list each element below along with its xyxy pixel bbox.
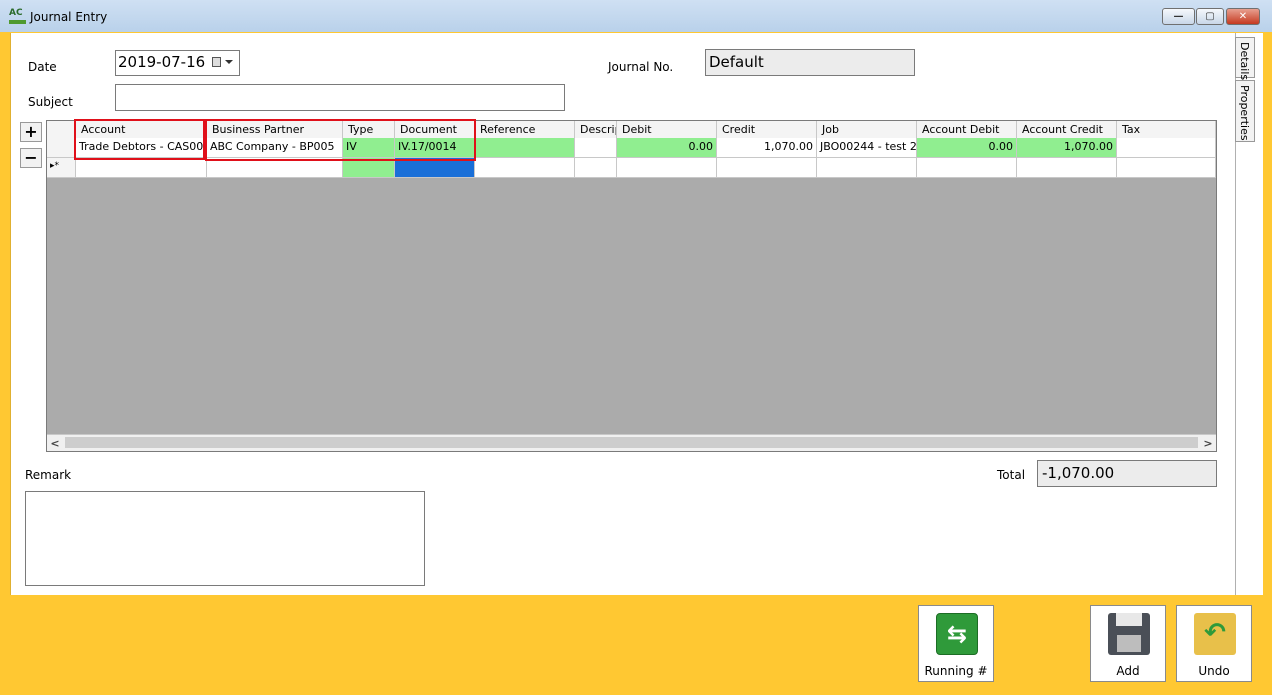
journal-no-field: Default bbox=[705, 49, 915, 76]
journal-no-label: Journal No. bbox=[608, 60, 674, 74]
maximize-button[interactable]: ▢ bbox=[1196, 8, 1224, 25]
add-label: Add bbox=[1116, 664, 1140, 678]
new-cell-account[interactable] bbox=[76, 158, 207, 178]
scroll-left-icon[interactable]: < bbox=[47, 435, 63, 451]
window-title: Journal Entry bbox=[30, 10, 108, 24]
title-bar: AC Journal Entry — ▢ ✕ bbox=[0, 0, 1272, 32]
cell-debit[interactable]: 0.00 bbox=[617, 138, 717, 158]
cell-reference[interactable] bbox=[475, 138, 575, 158]
add-button[interactable]: Add bbox=[1090, 605, 1166, 682]
new-cell-business-partner[interactable] bbox=[207, 158, 343, 178]
new-cell-reference[interactable] bbox=[475, 158, 575, 178]
new-cell-document-selected[interactable] bbox=[395, 158, 475, 178]
date-picker[interactable]: 2019-07-16 bbox=[115, 50, 240, 76]
date-value: 2019-07-16 bbox=[118, 53, 206, 71]
scrollbar-thumb[interactable] bbox=[65, 437, 1198, 448]
new-row[interactable]: ▸* bbox=[47, 158, 1216, 178]
annotation-box-partner-document bbox=[205, 119, 476, 161]
subject-input[interactable] bbox=[115, 84, 565, 111]
cell-tax[interactable] bbox=[1117, 138, 1216, 158]
minimize-button[interactable]: — bbox=[1162, 8, 1195, 25]
annotation-box-account bbox=[74, 119, 205, 160]
calendar-icon[interactable] bbox=[212, 57, 221, 67]
folder-undo-icon: ↶ bbox=[1194, 613, 1236, 655]
app-logo-icon: AC bbox=[9, 8, 26, 24]
total-label: Total bbox=[997, 468, 1026, 482]
scroll-right-icon[interactable]: > bbox=[1200, 435, 1216, 451]
horizontal-scrollbar[interactable]: < > bbox=[47, 434, 1216, 451]
row-selector[interactable] bbox=[47, 138, 76, 158]
date-label: Date bbox=[28, 60, 57, 74]
tab-properties[interactable]: Properties bbox=[1235, 80, 1255, 142]
new-cell-type[interactable] bbox=[343, 158, 395, 178]
remove-row-button[interactable]: − bbox=[20, 148, 42, 168]
new-cell-account-debit[interactable] bbox=[917, 158, 1017, 178]
cell-account-debit[interactable]: 0.00 bbox=[917, 138, 1017, 158]
new-cell-tax[interactable] bbox=[1117, 158, 1216, 178]
subject-label: Subject bbox=[28, 95, 73, 109]
remark-label: Remark bbox=[25, 468, 72, 482]
journal-grid[interactable]: Account Business Partner Type Document R… bbox=[46, 120, 1217, 452]
new-cell-account-credit[interactable] bbox=[1017, 158, 1117, 178]
floppy-disk-icon bbox=[1108, 613, 1150, 655]
new-cell-credit[interactable] bbox=[717, 158, 817, 178]
running-number-button[interactable]: ⇆ Running # bbox=[918, 605, 994, 682]
tab-details[interactable]: Details bbox=[1235, 37, 1255, 80]
undo-label: Undo bbox=[1198, 664, 1230, 678]
new-cell-description[interactable] bbox=[575, 158, 617, 178]
running-number-label: Running # bbox=[924, 664, 988, 678]
chevron-down-icon[interactable] bbox=[225, 60, 233, 64]
cell-account-credit[interactable]: 1,070.00 bbox=[1017, 138, 1117, 158]
add-row-button[interactable]: + bbox=[20, 122, 42, 142]
cell-credit[interactable]: 1,070.00 bbox=[717, 138, 817, 158]
new-cell-job[interactable] bbox=[817, 158, 917, 178]
total-field: -1,070.00 bbox=[1037, 460, 1217, 487]
new-cell-debit[interactable] bbox=[617, 158, 717, 178]
new-row-indicator: ▸* bbox=[47, 158, 76, 178]
remark-textarea[interactable] bbox=[25, 491, 425, 586]
close-button[interactable]: ✕ bbox=[1226, 8, 1260, 25]
undo-button[interactable]: ↶ Undo bbox=[1176, 605, 1252, 682]
cell-job[interactable]: JBO00244 - test 2 bbox=[817, 138, 917, 158]
arrows-exchange-icon: ⇆ bbox=[936, 613, 978, 655]
cell-description[interactable] bbox=[575, 138, 617, 158]
